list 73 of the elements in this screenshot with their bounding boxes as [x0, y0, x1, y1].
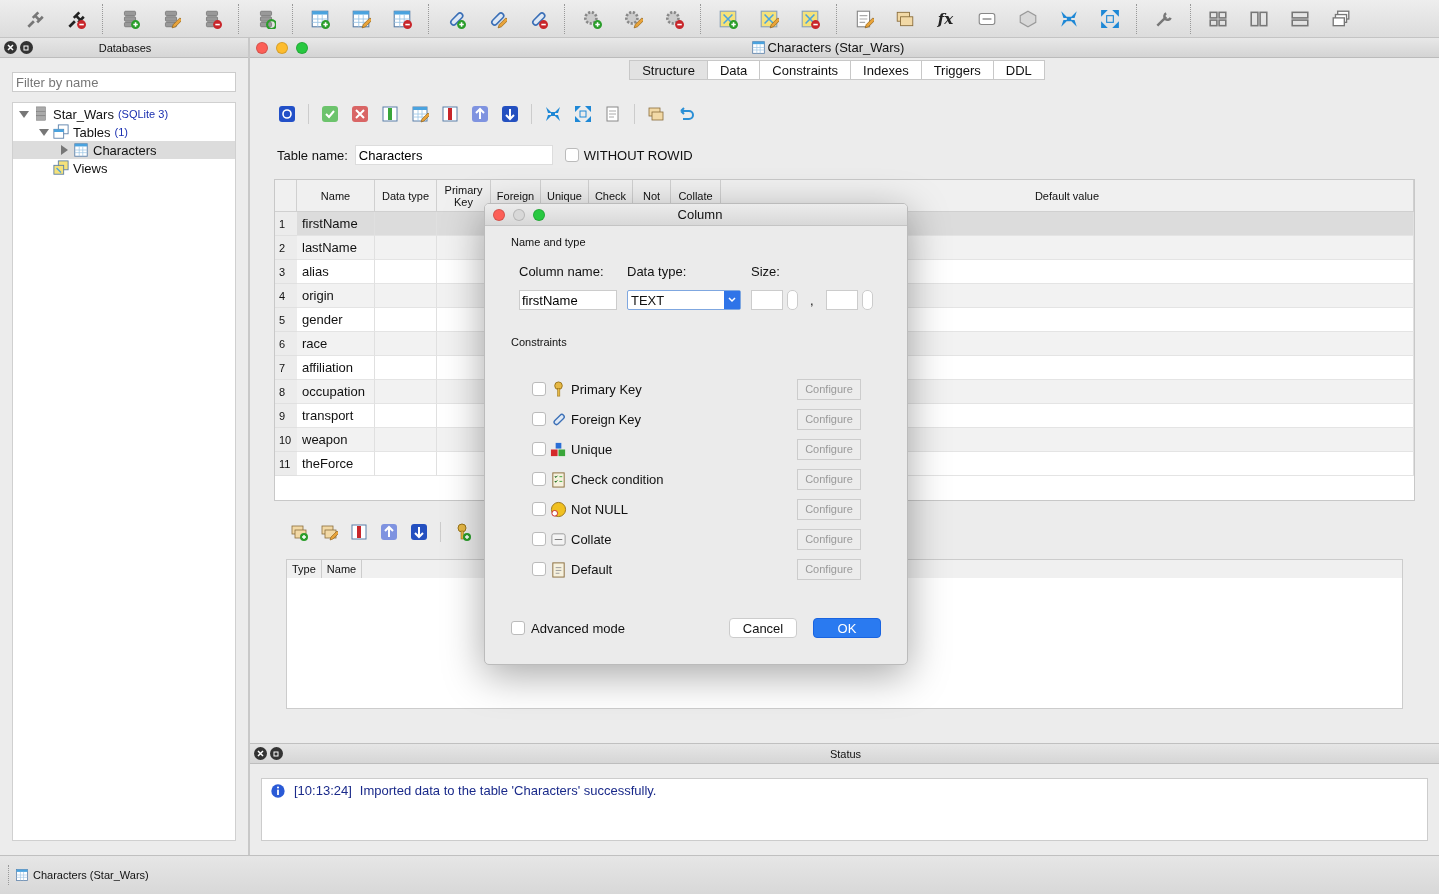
message-text: Imported data to the table 'Characters' successfully.	[359, 783, 657, 798]
tree-item[interactable]: Star_Wars (SQLite 3)	[13, 105, 235, 123]
row-number: 11	[275, 452, 297, 476]
data-type-dropdown[interactable]: TEXT	[627, 290, 741, 310]
column-header[interactable]: Primary Key	[437, 180, 491, 212]
row-number: 1	[275, 212, 297, 236]
taskbar-item[interactable]: Characters (Star_Wars)	[8, 865, 155, 885]
row-number: 5	[275, 308, 297, 332]
column-header[interactable]: Name	[297, 180, 375, 212]
panel-title: Databases	[97, 41, 153, 54]
tree-item[interactable]: Tables (1)	[13, 123, 235, 141]
table-cell[interactable]: transport	[297, 404, 375, 428]
tree-detail: (1)	[114, 126, 129, 138]
checkbox-label: WITHOUT ROWID	[583, 147, 693, 163]
tab[interactable]: Triggers	[921, 60, 994, 80]
table-name-field[interactable]: Characters	[354, 145, 553, 165]
row-number: 2	[275, 236, 297, 260]
filter-field[interactable]: Filter by name	[12, 72, 236, 92]
section-title: Constraints	[511, 336, 568, 348]
tree-label: Views	[73, 160, 108, 176]
column-header[interactable]: Type	[287, 560, 322, 578]
tab[interactable]: Structure	[629, 60, 708, 80]
cancel-button[interactable]: Cancel	[729, 618, 797, 638]
table-cell[interactable]: weapon	[297, 428, 375, 452]
panel-title: Status	[828, 747, 863, 760]
table-cell[interactable]: occupation	[297, 380, 375, 404]
column-name-field[interactable]: firstName	[519, 290, 617, 310]
tree-label: Star_Wars	[53, 106, 114, 122]
table-cell[interactable]: theForce	[297, 452, 375, 476]
table-cell[interactable]: race	[297, 332, 375, 356]
field-label: Table name:	[277, 147, 348, 163]
window-title: Characters (Star_Wars)	[767, 40, 905, 55]
message-time: [10:13:24]	[294, 783, 352, 798]
column-header[interactable]: Data type	[375, 180, 437, 212]
tree-label: Tables	[73, 124, 111, 140]
tree-detail: (SQLite 3)	[117, 108, 169, 120]
row-number: 7	[275, 356, 297, 380]
constraint-label: Default	[571, 561, 614, 577]
row-number: 10	[275, 428, 297, 452]
field-label: Size:	[751, 264, 781, 279]
constraint-label: Check condition	[571, 471, 665, 487]
tab[interactable]: Indexes	[851, 60, 922, 80]
table-cell[interactable]: origin	[297, 284, 375, 308]
tab[interactable]: DDL	[993, 60, 1045, 80]
table-cell[interactable]: lastName	[297, 236, 375, 260]
column-header[interactable]: Name	[321, 560, 363, 578]
table-cell[interactable]: affiliation	[297, 356, 375, 380]
row-number: 4	[275, 284, 297, 308]
ok-button[interactable]: OK	[813, 618, 881, 638]
tree-item[interactable]: Characters	[13, 141, 235, 159]
field-label: Data type:	[627, 264, 688, 279]
size-separator: ,	[810, 292, 814, 308]
table-cell[interactable]: alias	[297, 260, 375, 284]
constraint-label: Foreign Key	[571, 411, 643, 427]
constraint-label: Unique	[571, 441, 614, 457]
constraint-label: Primary Key	[571, 381, 643, 397]
column-header[interactable]: Default value	[721, 180, 1414, 212]
tab[interactable]: Data	[707, 60, 761, 80]
row-number: 8	[275, 380, 297, 404]
tree-label: Characters	[93, 142, 157, 158]
field-label: Column name:	[519, 264, 605, 279]
checkbox-label: Advanced mode	[531, 620, 626, 636]
section-title: Name and type	[511, 236, 587, 248]
row-number: 3	[275, 260, 297, 284]
tree-item[interactable]: Views	[13, 159, 235, 177]
table-cell[interactable]: firstName	[297, 212, 375, 236]
tab[interactable]: Constraints	[760, 60, 852, 80]
constraint-label: Collate	[571, 531, 613, 547]
row-number: 9	[275, 404, 297, 428]
table-cell[interactable]: gender	[297, 308, 375, 332]
row-number: 6	[275, 332, 297, 356]
constraint-label: Not NULL	[571, 501, 630, 517]
function-button[interactable]: fx	[925, 4, 966, 33]
